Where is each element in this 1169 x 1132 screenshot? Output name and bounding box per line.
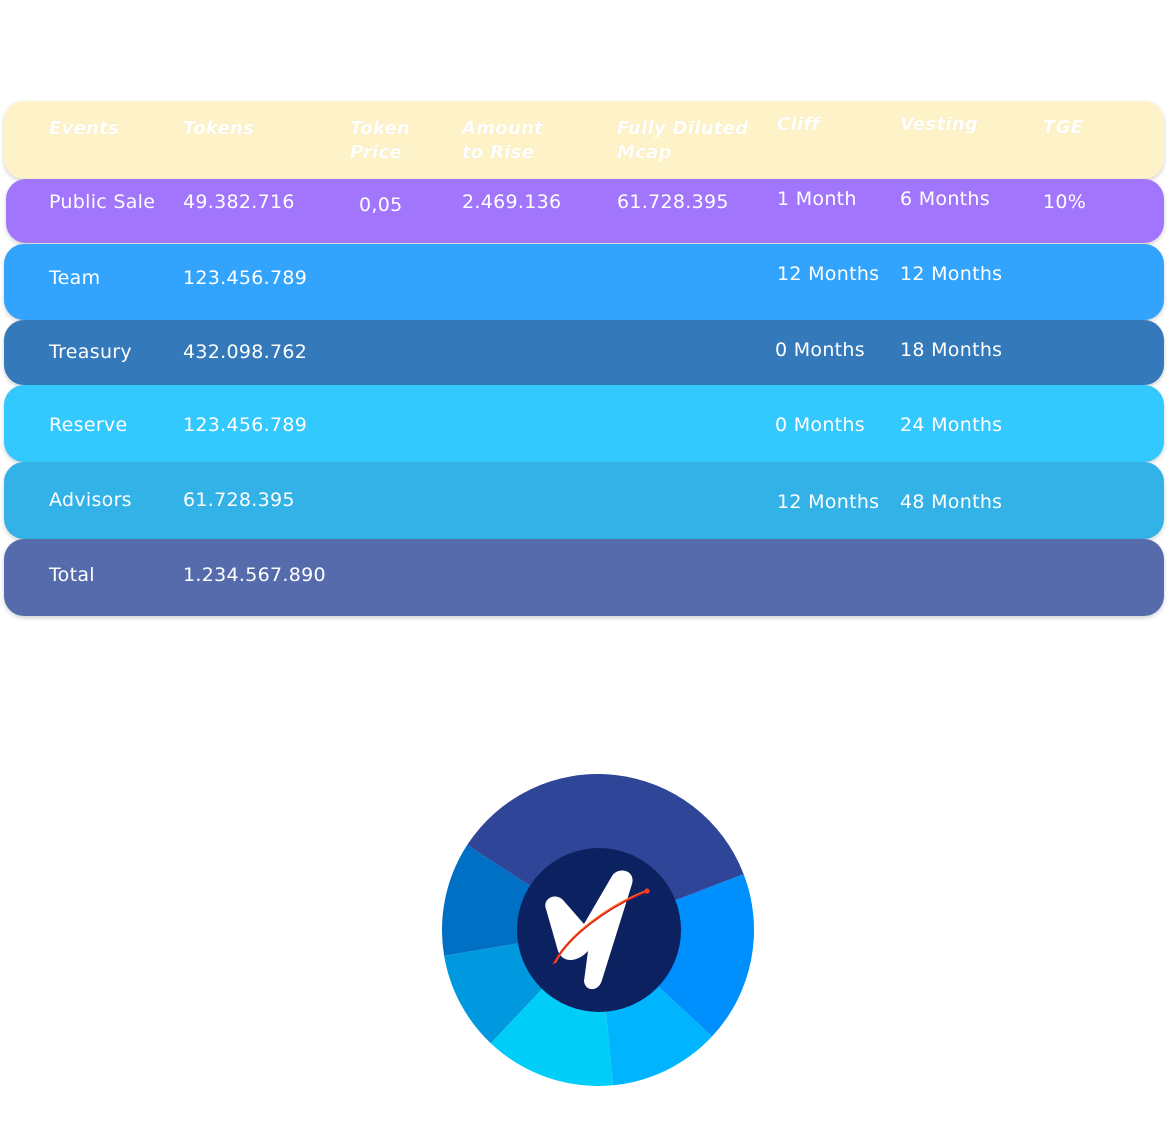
cell-event: Advisors [49,489,132,511]
cell-event: Total [49,564,95,586]
header-vesting: Vesting [900,114,979,135]
header-cliff: Cliff [777,114,820,135]
cell-amount-to-rise: 2.469.136 [462,191,562,213]
cell-tge: 10% [1043,191,1087,213]
table-row-advisors: Advisors 61.728.395 12 Months 48 Months [4,462,1164,539]
header-amount-to-rise: Amount to Rise [462,118,544,163]
cell-tokens: 61.728.395 [183,489,295,511]
table-row-reserve: Reserve 123.456.789 0 Months 24 Months [4,385,1164,462]
cell-cliff: 12 Months [777,263,880,285]
table-row-team: Team 123.456.789 12 Months 12 Months [4,244,1164,320]
cell-vesting: 18 Months [900,339,1003,361]
cell-vesting: 6 Months [900,188,990,210]
table-row-treasury: Treasury 432.098.762 0 Months 18 Months [4,320,1164,385]
header-token-price: Token Price [350,118,411,163]
cell-tokens: 49.382.716 [183,191,295,213]
header-fully-diluted-mcap: Fully Diluted Mcap [617,118,749,163]
allocation-donut-svg [442,774,754,1086]
cell-tokens: 123.456.789 [183,267,308,289]
table-header-row: Events Tokens Token Price Amount to Rise… [4,101,1164,179]
cell-tokens: 1.234.567.890 [183,564,326,586]
cell-fully-diluted-mcap: 61.728.395 [617,191,729,213]
cell-event: Reserve [49,414,128,436]
cell-event: Team [49,267,101,289]
cell-token-price: 0,05 [359,194,403,216]
cell-event: Public Sale [49,191,156,213]
cell-cliff: 12 Months [777,491,880,513]
cell-vesting: 12 Months [900,263,1003,285]
header-events: Events [49,118,120,139]
cell-tokens: 432.098.762 [183,341,308,363]
cell-tokens: 123.456.789 [183,414,308,436]
cell-vesting: 48 Months [900,491,1003,513]
cell-cliff: 1 Month [777,188,857,210]
header-tge: TGE [1043,117,1084,138]
cell-vesting: 24 Months [900,414,1003,436]
cell-cliff: 0 Months [775,339,865,361]
table-row-public-sale: Public Sale 49.382.716 0,05 2.469.136 61… [6,179,1164,243]
header-tokens: Tokens [183,118,255,139]
cell-event: Treasury [49,341,132,363]
cell-cliff: 0 Months [775,414,865,436]
allocation-donut [442,774,754,1086]
table-row-total: Total 1.234.567.890 [4,539,1164,616]
